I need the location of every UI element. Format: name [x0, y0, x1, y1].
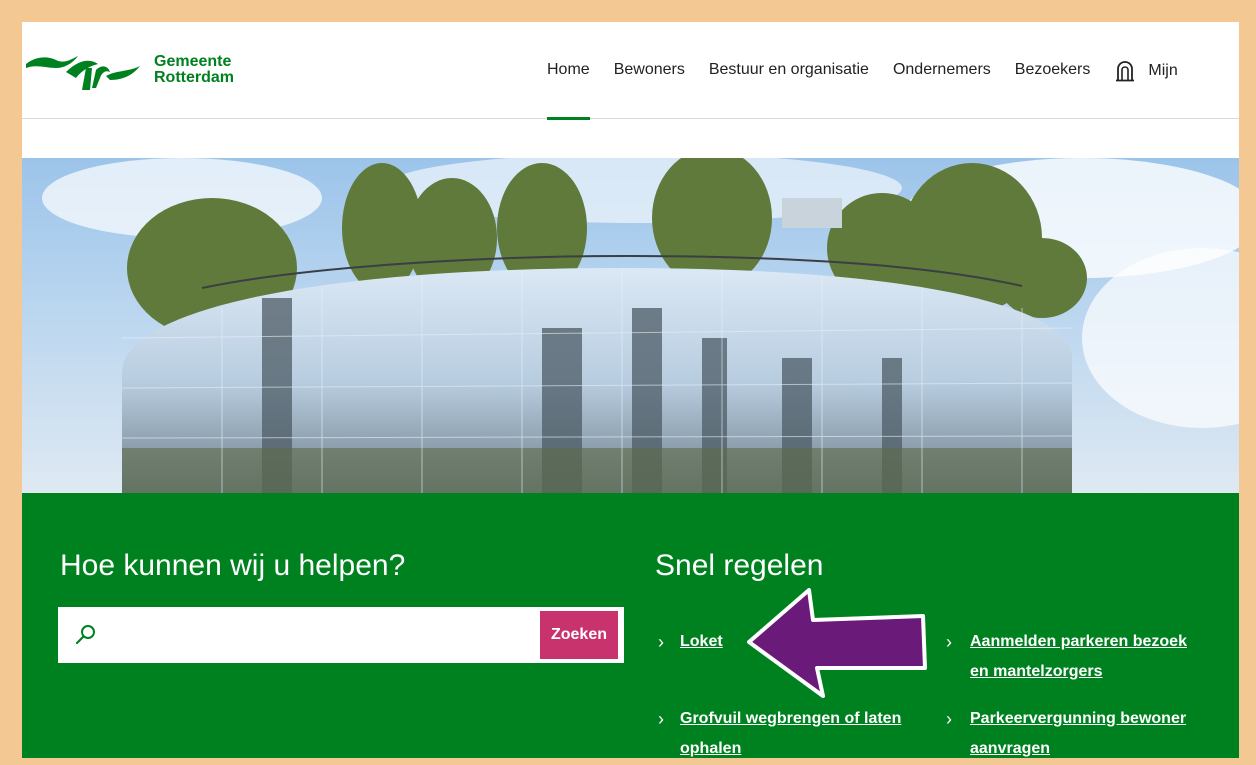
help-title: Hoe kunnen wij u helpen? [60, 549, 406, 582]
site-header: Gemeente Rotterdam Home Bewoners Bestuur… [22, 22, 1239, 120]
logo-line-1: Gemeente [154, 53, 232, 70]
main-nav: Home Bewoners Bestuur en organisatie Ond… [547, 60, 1202, 120]
nav-bewoners[interactable]: Bewoners [614, 60, 685, 80]
nav-mijn[interactable]: Mijn [1114, 60, 1178, 82]
link-aanmelden-parkeren[interactable]: Aanmelden parkeren bezoek en mantelzorge… [970, 627, 1187, 687]
link-aanmelden-line-1: Aanmelden parkeren bezoek [970, 633, 1187, 650]
annotation-arrow-icon [747, 588, 927, 698]
screenshot-frame: Gemeente Rotterdam Home Bewoners Bestuur… [0, 0, 1256, 765]
hero-image [22, 158, 1239, 494]
chevron-right-icon: › [946, 709, 952, 729]
snel-regelen-title: Snel regelen [655, 549, 824, 582]
link-grofvuil-line-2: ophalen [680, 740, 742, 757]
nav-bezoekers[interactable]: Bezoekers [1015, 60, 1091, 80]
search-button[interactable]: Zoeken [540, 611, 618, 659]
search-input[interactable] [114, 617, 538, 655]
search-bar: Zoeken [58, 607, 624, 663]
help-section: Hoe kunnen wij u helpen? Zoeken Snel reg… [22, 493, 1239, 758]
page: Gemeente Rotterdam Home Bewoners Bestuur… [22, 22, 1239, 758]
nav-bestuur[interactable]: Bestuur en organisatie [709, 60, 869, 80]
link-parkeervergunning-line-1: Parkeervergunning bewoner [970, 710, 1187, 727]
link-parkeervergunning[interactable]: Parkeervergunning bewoner aanvragen [970, 704, 1186, 758]
link-aanmelden-line-2: en mantelzorgers [970, 663, 1103, 680]
nav-ondernemers[interactable]: Ondernemers [893, 60, 991, 80]
hero-depot-illustration [42, 158, 1239, 494]
chevron-right-icon: › [946, 632, 952, 652]
link-loket[interactable]: Loket [680, 627, 723, 657]
search-icon [75, 625, 95, 645]
logo-line-2: Rotterdam [154, 69, 235, 86]
building-icon [1116, 61, 1135, 82]
logo-text: Gemeente Rotterdam [154, 54, 234, 86]
link-parkeervergunning-line-2: aanvragen [970, 740, 1051, 757]
link-grofvuil-line-1: Grofvuil wegbrengen of laten [680, 710, 902, 727]
nav-home[interactable]: Home [547, 60, 590, 120]
rotterdam-logo-icon [26, 56, 140, 90]
link-grofvuil[interactable]: Grofvuil wegbrengen of laten ophalen [680, 704, 901, 758]
nav-mijn-label: Mijn [1148, 62, 1178, 79]
chevron-right-icon: › [658, 709, 664, 729]
logo[interactable]: Gemeente Rotterdam [26, 50, 246, 94]
chevron-right-icon: › [658, 632, 664, 652]
